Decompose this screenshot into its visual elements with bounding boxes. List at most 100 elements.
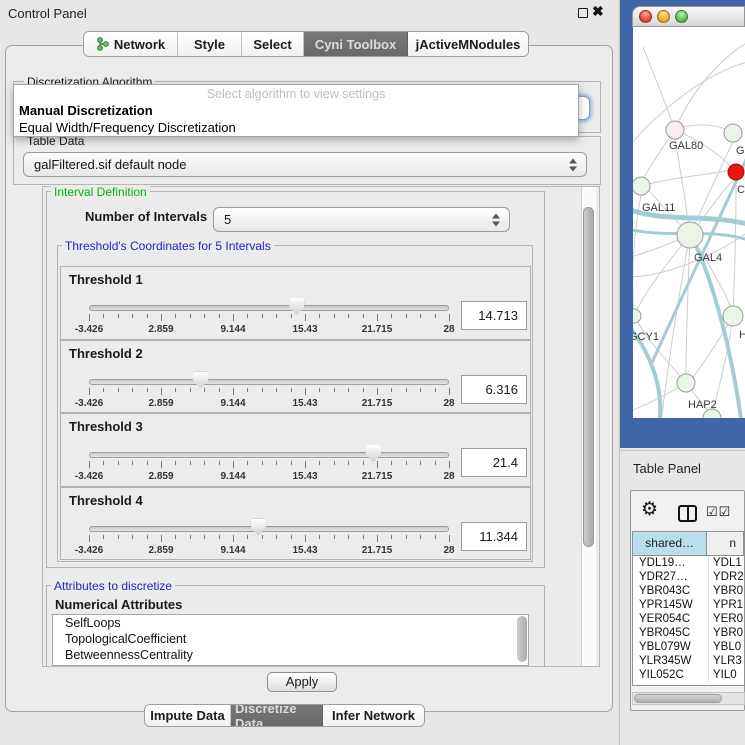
tab-network[interactable]: Network: [84, 32, 178, 56]
table-row[interactable]: YIL052CYIL0: [633, 668, 744, 682]
table-cell-name[interactable]: YDR2: [709, 570, 744, 584]
threshold-slider[interactable]: -3.4262.8599.14415.4321.71528: [89, 298, 449, 340]
table-row[interactable]: YLR345WYLR3: [633, 654, 744, 668]
threshold-value-field[interactable]: 21.4: [461, 448, 527, 477]
slider-thumb[interactable]: [193, 372, 208, 389]
algorithm-option-equal-width-frequency-discretization[interactable]: Equal Width/Frequency Discretization: [14, 119, 578, 136]
mac-minimize-button[interactable]: [657, 10, 670, 23]
table-column-header-n[interactable]: n: [707, 532, 744, 556]
table-cell-name[interactable]: YER0: [709, 612, 743, 626]
table-cell-shared-name[interactable]: YDR27…: [633, 570, 709, 584]
network-edge[interactable]: [733, 180, 736, 316]
slider-tick: [175, 461, 176, 465]
tab-jactivemnodules[interactable]: jActiveMNodules: [408, 32, 528, 56]
table-data-combobox[interactable]: galFiltered.sif default node: [23, 152, 587, 177]
network-edge[interactable]: [686, 235, 690, 374]
table-cell-shared-name[interactable]: YER054C: [633, 612, 709, 626]
network-node-hap2[interactable]: [677, 374, 695, 392]
attribute-item-betweennesscentrality[interactable]: BetweennessCentrality: [53, 647, 528, 663]
table-cell-shared-name[interactable]: YBR043C: [633, 584, 709, 598]
table-cell-name[interactable]: YBL0: [709, 640, 741, 654]
table-cell-name[interactable]: YBR0: [709, 626, 743, 640]
network-edge[interactable]: [693, 239, 741, 418]
split-columns-icon[interactable]: [678, 505, 697, 522]
network-edge[interactable]: [675, 139, 690, 235]
network-node-g[interactable]: [724, 124, 742, 142]
table-cell-name[interactable]: YBR0: [709, 584, 743, 598]
threshold-slider[interactable]: -3.4262.8599.14415.4321.71528: [89, 519, 449, 561]
network-node-label: H: [739, 329, 745, 341]
table-row[interactable]: YBR043CYBR0: [633, 584, 744, 598]
settings-scrollbar-thumb[interactable]: [583, 207, 594, 547]
mac-close-button[interactable]: [639, 10, 652, 23]
table-row[interactable]: YBL079WYBL0: [633, 640, 744, 654]
table-cell-name[interactable]: YLR3: [709, 654, 742, 668]
tab-discretize-data[interactable]: Discretize Data: [231, 705, 323, 726]
slider-tick: [175, 314, 176, 318]
table-cell-name[interactable]: YPR1: [709, 598, 743, 612]
threshold-slider[interactable]: -3.4262.8599.14415.4321.71528: [89, 445, 449, 487]
network-window-titlebar[interactable]: [632, 6, 745, 27]
apply-button[interactable]: Apply: [267, 672, 337, 692]
tab-infer-network[interactable]: Infer Network: [323, 705, 424, 726]
table-cell-shared-name[interactable]: YLR345W: [633, 654, 709, 668]
attributes-list-scrollbar-thumb[interactable]: [517, 616, 527, 662]
table-cell-shared-name[interactable]: YBL079W: [633, 640, 709, 654]
table-hscrollbar-thumb[interactable]: [634, 694, 722, 703]
slider-tick: [190, 388, 191, 392]
slider-track[interactable]: [89, 452, 449, 458]
slider-thumb[interactable]: [251, 519, 266, 536]
table-row[interactable]: YDL19…YDL1: [633, 556, 744, 570]
network-node-c[interactable]: [728, 164, 744, 180]
attribute-item-topologicalcoefficient[interactable]: TopologicalCoefficient: [53, 631, 528, 647]
table-cell-name[interactable]: YIL0: [709, 668, 737, 682]
tab-select[interactable]: Select: [242, 32, 304, 56]
slider-tick: [449, 388, 450, 395]
threshold-value-field[interactable]: 11.344: [461, 522, 527, 551]
tab-cyni-toolbox[interactable]: Cyni Toolbox: [304, 32, 408, 56]
threshold-slider[interactable]: -3.4262.8599.14415.4321.71528: [89, 372, 449, 414]
float-window-icon[interactable]: [578, 8, 588, 18]
slider-tick: [233, 461, 234, 468]
network-node-gal4[interactable]: [677, 222, 703, 248]
network-node-gal11[interactable]: [633, 177, 650, 195]
slider-thumb[interactable]: [366, 445, 381, 462]
threshold-value-field[interactable]: 14.713: [461, 301, 527, 330]
network-edge[interactable]: [675, 42, 745, 130]
table-row[interactable]: YBR045CYBR0: [633, 626, 744, 640]
network-node-h[interactable]: [723, 306, 743, 326]
slider-track[interactable]: [89, 526, 449, 532]
table-row[interactable]: YPR145WYPR1: [633, 598, 744, 612]
slider-tick: [204, 461, 205, 465]
table-cell-shared-name[interactable]: YBR045C: [633, 626, 709, 640]
slider-thumb[interactable]: [289, 298, 304, 315]
network-canvas[interactable]: GAL80GCGAL11GAL4GCY1HHAP2: [633, 27, 745, 418]
table-cell-shared-name[interactable]: YIL052C: [633, 668, 709, 682]
slider-tick: [420, 461, 421, 465]
column-select-checkbox-icons[interactable]: ☑☑: [706, 504, 731, 520]
slider-track[interactable]: [89, 379, 449, 385]
table-row[interactable]: YER054CYER0: [633, 612, 744, 626]
table-row[interactable]: YDR27…YDR2: [633, 570, 744, 584]
slider-track[interactable]: [89, 305, 449, 311]
mac-zoom-button[interactable]: [675, 10, 688, 23]
network-edge[interactable]: [641, 170, 730, 186]
table-cell-shared-name[interactable]: YDL19…: [633, 556, 709, 570]
slider-tick-label: 28: [443, 545, 454, 556]
tab-style[interactable]: Style: [178, 32, 242, 56]
network-edge[interactable]: [643, 47, 675, 130]
attribute-item-selfloops[interactable]: SelfLoops: [53, 615, 528, 631]
table-column-header-shared[interactable]: shared…: [633, 532, 707, 556]
numerical-attributes-list[interactable]: SelfLoopsTopologicalCoefficientBetweenne…: [52, 614, 529, 666]
network-node-gcy1[interactable]: [633, 309, 641, 323]
tab-impute-data[interactable]: Impute Data: [145, 705, 231, 726]
algorithm-option-manual-discretization[interactable]: Manual Discretization: [14, 102, 578, 119]
threshold-value-field[interactable]: 6.316: [461, 375, 527, 404]
number-of-intervals-combobox[interactable]: 5: [213, 207, 510, 232]
settings-gear-icon[interactable]: ⚙: [641, 500, 658, 520]
table-cell-name[interactable]: YDL1: [709, 556, 742, 570]
close-icon[interactable]: ✖: [592, 3, 604, 20]
slider-tick: [291, 388, 292, 392]
network-node-gal80[interactable]: [666, 121, 684, 139]
table-cell-shared-name[interactable]: YPR145W: [633, 598, 709, 612]
